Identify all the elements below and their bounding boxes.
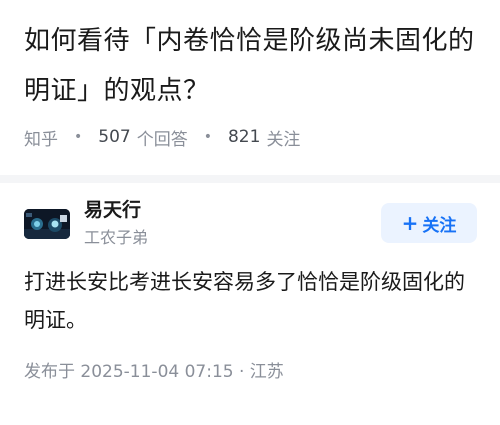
plus-icon: + bbox=[401, 211, 419, 235]
follow-author-button[interactable]: + 关注 bbox=[381, 203, 477, 243]
answer-card: 易天行 工农子弟 + 关注 打进长安比考进长安容易多了恰恰是阶级固化的明证。 发… bbox=[0, 183, 500, 425]
section-divider bbox=[0, 175, 500, 183]
follow-count: 821 bbox=[227, 127, 261, 147]
meta-separator: • bbox=[203, 129, 212, 145]
author-name[interactable]: 易天行 bbox=[84, 197, 141, 223]
author-bio: 工农子弟 bbox=[84, 228, 149, 247]
answer-count: 507 bbox=[98, 127, 131, 147]
meta-separator: • bbox=[74, 129, 83, 145]
avatar-image bbox=[24, 209, 70, 239]
follow-button-label: 关注 bbox=[422, 215, 457, 236]
source-label[interactable]: 知乎 bbox=[24, 125, 58, 150]
zhihu-question-page: 如何看待「内卷恰恰是阶级尚未固化的明证」的观点？ 知乎 • 507 个回答 • … bbox=[0, 0, 500, 425]
question-header: 如何看待「内卷恰恰是阶级尚未固化的明证」的观点？ 知乎 • 507 个回答 • … bbox=[0, 0, 500, 175]
answer-count-label: 个回答 bbox=[136, 129, 188, 150]
author-avatar[interactable] bbox=[24, 209, 70, 239]
question-meta: 知乎 • 507 个回答 • 821 关注 bbox=[24, 122, 300, 152]
question-title[interactable]: 如何看待「内卷恰恰是阶级尚未固化的明证」的观点？ bbox=[24, 16, 484, 116]
answer-publish-info: 发布于 2025-11-04 07:15 · 江苏 bbox=[24, 362, 284, 382]
follow-count-label: 关注 bbox=[266, 129, 301, 150]
answer-content[interactable]: 打进长安比考进长安容易多了恰恰是阶级固化的明证。 bbox=[24, 263, 484, 339]
